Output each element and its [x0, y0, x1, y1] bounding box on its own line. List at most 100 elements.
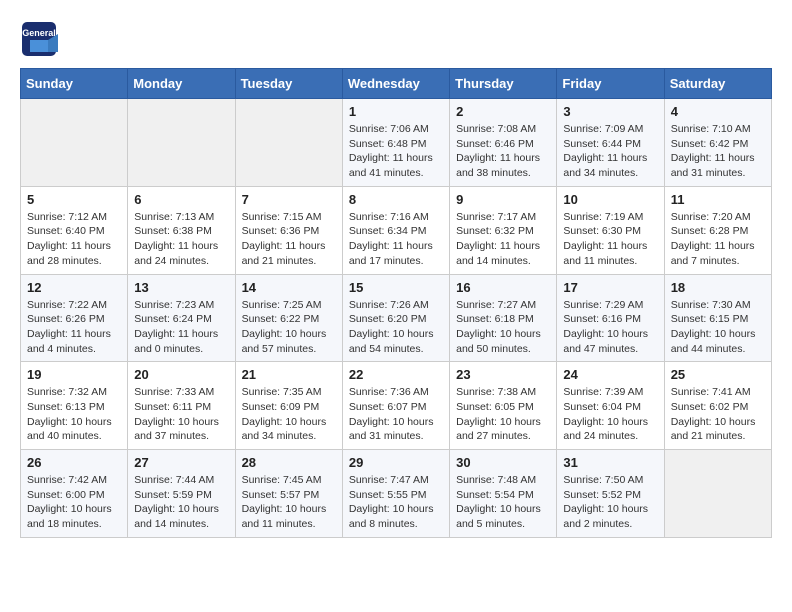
weekday-header: Wednesday — [342, 69, 449, 99]
day-number: 1 — [349, 104, 443, 119]
day-info: Sunrise: 7:13 AM Sunset: 6:38 PM Dayligh… — [134, 210, 228, 269]
calendar-cell — [664, 450, 771, 538]
weekday-header: Saturday — [664, 69, 771, 99]
calendar-cell: 20Sunrise: 7:33 AM Sunset: 6:11 PM Dayli… — [128, 362, 235, 450]
calendar-cell: 7 Sunrise: 7:15 AM Sunset: 6:36 PM Daylig… — [235, 186, 342, 274]
calendar-body: 1Sunrise: 7:06 AM Sunset: 6:48 PM Daylig… — [21, 99, 772, 538]
day-info: Sunrise: 7:36 AM Sunset: 6:07 PM Dayligh… — [349, 385, 443, 444]
calendar-cell: 5 Sunrise: 7:12 AM Sunset: 6:40 PM Daylig… — [21, 186, 128, 274]
day-info: Sunrise: 7:10 AM Sunset: 6:42 PM Dayligh… — [671, 122, 765, 181]
page-header: General — [20, 20, 772, 58]
calendar-cell: 25 Sunrise: 7:41 AM Sunset: 6:02 PM Dayli… — [664, 362, 771, 450]
day-number: 15 — [349, 280, 443, 295]
day-info: Sunrise: 7:48 AM Sunset: 5:54 PM Dayligh… — [456, 473, 550, 532]
calendar-cell: 23Sunrise: 7:38 AM Sunset: 6:05 PM Dayli… — [450, 362, 557, 450]
weekday-header: Thursday — [450, 69, 557, 99]
calendar-cell: 19 Sunrise: 7:32 AM Sunset: 6:13 PM Dayli… — [21, 362, 128, 450]
logo: General — [20, 20, 62, 58]
day-info: Sunrise: 7:41 AM Sunset: 6:02 PM Dayligh… — [671, 385, 765, 444]
calendar-week-row: 12Sunrise: 7:22 AM Sunset: 6:26 PM Dayli… — [21, 274, 772, 362]
day-number: 21 — [242, 367, 336, 382]
calendar-cell: 11 Sunrise: 7:20 AM Sunset: 6:28 PM Dayli… — [664, 186, 771, 274]
calendar-cell: 9Sunrise: 7:17 AM Sunset: 6:32 PM Daylig… — [450, 186, 557, 274]
day-number: 3 — [563, 104, 657, 119]
day-number: 7 — [242, 192, 336, 207]
calendar-cell: 24Sunrise: 7:39 AM Sunset: 6:04 PM Dayli… — [557, 362, 664, 450]
calendar-cell: 21 Sunrise: 7:35 AM Sunset: 6:09 PM Dayli… — [235, 362, 342, 450]
calendar-cell: 8Sunrise: 7:16 AM Sunset: 6:34 PM Daylig… — [342, 186, 449, 274]
calendar-cell — [128, 99, 235, 187]
calendar-cell: 26 Sunrise: 7:42 AM Sunset: 6:00 PM Dayli… — [21, 450, 128, 538]
day-number: 4 — [671, 104, 765, 119]
calendar-cell: 13 Sunrise: 7:23 AM Sunset: 6:24 PM Dayli… — [128, 274, 235, 362]
calendar-week-row: 5 Sunrise: 7:12 AM Sunset: 6:40 PM Daylig… — [21, 186, 772, 274]
calendar-cell: 1Sunrise: 7:06 AM Sunset: 6:48 PM Daylig… — [342, 99, 449, 187]
calendar-cell: 14 Sunrise: 7:25 AM Sunset: 6:22 PM Dayli… — [235, 274, 342, 362]
calendar-cell: 17 Sunrise: 7:29 AM Sunset: 6:16 PM Dayli… — [557, 274, 664, 362]
svg-text:General: General — [22, 28, 56, 38]
day-info: Sunrise: 7:39 AM Sunset: 6:04 PM Dayligh… — [563, 385, 657, 444]
day-number: 11 — [671, 192, 765, 207]
day-info: Sunrise: 7:27 AM Sunset: 6:18 PM Dayligh… — [456, 298, 550, 357]
calendar-cell: 16 Sunrise: 7:27 AM Sunset: 6:18 PM Dayli… — [450, 274, 557, 362]
logo-icon: General — [20, 20, 58, 58]
calendar-cell: 31Sunrise: 7:50 AM Sunset: 5:52 PM Dayli… — [557, 450, 664, 538]
day-info: Sunrise: 7:30 AM Sunset: 6:15 PM Dayligh… — [671, 298, 765, 357]
calendar-week-row: 26 Sunrise: 7:42 AM Sunset: 6:00 PM Dayli… — [21, 450, 772, 538]
calendar-cell: 6 Sunrise: 7:13 AM Sunset: 6:38 PM Daylig… — [128, 186, 235, 274]
day-info: Sunrise: 7:29 AM Sunset: 6:16 PM Dayligh… — [563, 298, 657, 357]
day-number: 28 — [242, 455, 336, 470]
calendar-cell: 29 Sunrise: 7:47 AM Sunset: 5:55 PM Dayli… — [342, 450, 449, 538]
day-info: Sunrise: 7:45 AM Sunset: 5:57 PM Dayligh… — [242, 473, 336, 532]
calendar-week-row: 1Sunrise: 7:06 AM Sunset: 6:48 PM Daylig… — [21, 99, 772, 187]
day-number: 6 — [134, 192, 228, 207]
day-info: Sunrise: 7:42 AM Sunset: 6:00 PM Dayligh… — [27, 473, 121, 532]
calendar-cell — [235, 99, 342, 187]
day-number: 10 — [563, 192, 657, 207]
day-number: 14 — [242, 280, 336, 295]
day-info: Sunrise: 7:44 AM Sunset: 5:59 PM Dayligh… — [134, 473, 228, 532]
calendar-cell: 4 Sunrise: 7:10 AM Sunset: 6:42 PM Daylig… — [664, 99, 771, 187]
day-number: 5 — [27, 192, 121, 207]
day-info: Sunrise: 7:32 AM Sunset: 6:13 PM Dayligh… — [27, 385, 121, 444]
day-number: 20 — [134, 367, 228, 382]
calendar-cell: 30 Sunrise: 7:48 AM Sunset: 5:54 PM Dayli… — [450, 450, 557, 538]
day-info: Sunrise: 7:19 AM Sunset: 6:30 PM Dayligh… — [563, 210, 657, 269]
calendar-cell: 3 Sunrise: 7:09 AM Sunset: 6:44 PM Daylig… — [557, 99, 664, 187]
day-info: Sunrise: 7:08 AM Sunset: 6:46 PM Dayligh… — [456, 122, 550, 181]
calendar-table: SundayMondayTuesdayWednesdayThursdayFrid… — [20, 68, 772, 538]
calendar-cell: 10 Sunrise: 7:19 AM Sunset: 6:30 PM Dayli… — [557, 186, 664, 274]
day-number: 17 — [563, 280, 657, 295]
day-number: 13 — [134, 280, 228, 295]
day-info: Sunrise: 7:09 AM Sunset: 6:44 PM Dayligh… — [563, 122, 657, 181]
day-info: Sunrise: 7:20 AM Sunset: 6:28 PM Dayligh… — [671, 210, 765, 269]
day-info: Sunrise: 7:35 AM Sunset: 6:09 PM Dayligh… — [242, 385, 336, 444]
calendar-cell: 2 Sunrise: 7:08 AM Sunset: 6:46 PM Daylig… — [450, 99, 557, 187]
day-info: Sunrise: 7:12 AM Sunset: 6:40 PM Dayligh… — [27, 210, 121, 269]
day-number: 30 — [456, 455, 550, 470]
day-info: Sunrise: 7:50 AM Sunset: 5:52 PM Dayligh… — [563, 473, 657, 532]
day-number: 2 — [456, 104, 550, 119]
calendar-cell: 28 Sunrise: 7:45 AM Sunset: 5:57 PM Dayli… — [235, 450, 342, 538]
calendar-cell — [21, 99, 128, 187]
calendar-cell: 12Sunrise: 7:22 AM Sunset: 6:26 PM Dayli… — [21, 274, 128, 362]
calendar-cell: 18Sunrise: 7:30 AM Sunset: 6:15 PM Dayli… — [664, 274, 771, 362]
weekday-header: Monday — [128, 69, 235, 99]
day-number: 19 — [27, 367, 121, 382]
day-info: Sunrise: 7:25 AM Sunset: 6:22 PM Dayligh… — [242, 298, 336, 357]
day-number: 26 — [27, 455, 121, 470]
day-number: 16 — [456, 280, 550, 295]
day-number: 29 — [349, 455, 443, 470]
day-info: Sunrise: 7:23 AM Sunset: 6:24 PM Dayligh… — [134, 298, 228, 357]
weekday-header: Friday — [557, 69, 664, 99]
day-number: 23 — [456, 367, 550, 382]
day-number: 25 — [671, 367, 765, 382]
day-info: Sunrise: 7:47 AM Sunset: 5:55 PM Dayligh… — [349, 473, 443, 532]
day-number: 22 — [349, 367, 443, 382]
day-info: Sunrise: 7:15 AM Sunset: 6:36 PM Dayligh… — [242, 210, 336, 269]
calendar-cell: 15Sunrise: 7:26 AM Sunset: 6:20 PM Dayli… — [342, 274, 449, 362]
calendar-week-row: 19 Sunrise: 7:32 AM Sunset: 6:13 PM Dayli… — [21, 362, 772, 450]
day-number: 8 — [349, 192, 443, 207]
weekday-header: Tuesday — [235, 69, 342, 99]
calendar-header-row: SundayMondayTuesdayWednesdayThursdayFrid… — [21, 69, 772, 99]
